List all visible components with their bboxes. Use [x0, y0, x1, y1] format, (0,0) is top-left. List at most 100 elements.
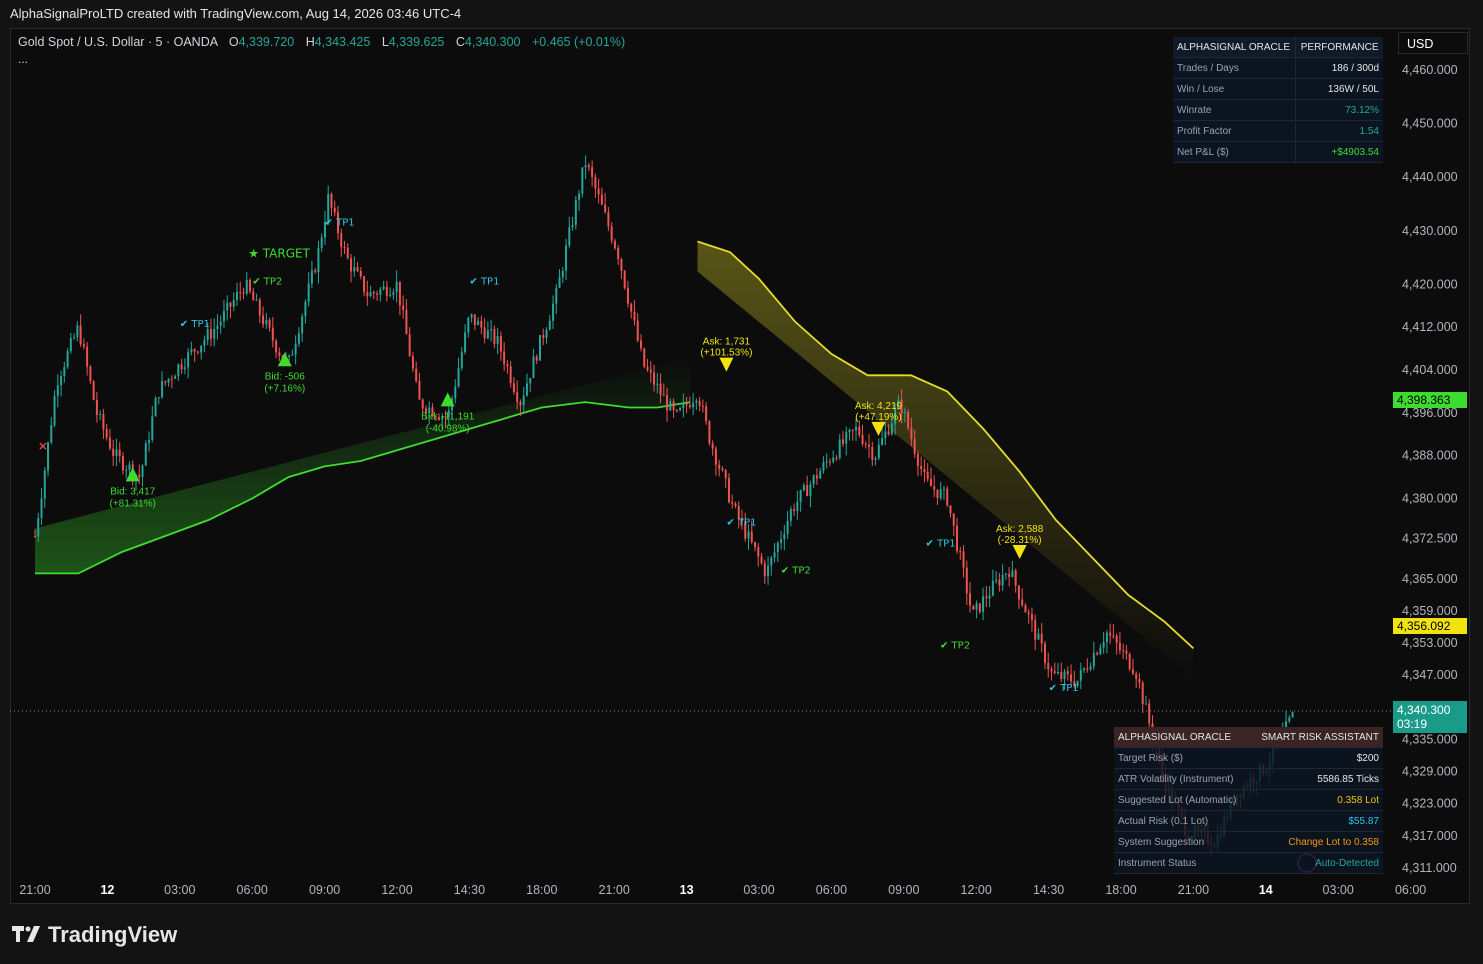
currency-selector[interactable]: USD [1398, 32, 1468, 54]
candle-body [1122, 650, 1125, 652]
candle-body [871, 446, 874, 460]
buy-label: Bid: -11,191 [421, 411, 475, 422]
candle-body [1050, 669, 1053, 672]
candle-body [1099, 647, 1102, 655]
candle-body [721, 468, 724, 470]
candle-body [558, 277, 561, 288]
candle-body [151, 416, 154, 440]
candle-body [317, 248, 320, 273]
risk-key: Instrument Status [1114, 852, 1249, 874]
candle-body [278, 352, 281, 356]
candle-body [193, 349, 196, 352]
symbol-title[interactable]: Gold Spot / U.S. Dollar · 5 · OANDA [18, 35, 217, 49]
candle-body [952, 513, 955, 526]
candle-body [421, 399, 424, 409]
target-label: ★ TARGET [248, 247, 310, 261]
candle-body [610, 226, 613, 241]
candle-body [262, 315, 265, 325]
candle-body [1109, 632, 1112, 636]
candle-body [1092, 653, 1095, 667]
candle-body [483, 327, 486, 339]
candle-body [688, 405, 691, 408]
risk-key: Suggested Lot (Automatic) [1114, 789, 1249, 811]
candle-body [350, 258, 353, 272]
candle-body [845, 432, 848, 444]
candle-body [1148, 703, 1151, 724]
candle-body [535, 356, 538, 361]
candle-body [607, 212, 610, 227]
candle-body [363, 276, 366, 293]
candle-body [121, 455, 124, 471]
candle-body [672, 401, 675, 411]
candle-body [812, 475, 815, 485]
candle-body [467, 317, 470, 333]
candle-body [639, 340, 642, 349]
candle-body [565, 245, 568, 271]
perf-value: 136W / 50L [1295, 78, 1383, 100]
candle-body [649, 369, 652, 373]
risk-assistant-table: ALPHASIGNAL ORACLE SMART RISK ASSISTANT … [1114, 727, 1383, 874]
y-tick-label: 4,372.500 [1402, 532, 1458, 546]
candle-body [1008, 573, 1011, 577]
candle-body [969, 593, 972, 606]
candle-body [490, 329, 493, 331]
bar-countdown: 03:19 [1397, 717, 1428, 732]
candle-body [1053, 671, 1056, 674]
candle-body [506, 364, 509, 367]
candle-body [40, 498, 43, 518]
candle-body [789, 509, 792, 521]
candle-body [767, 565, 770, 577]
candle-body [620, 259, 623, 271]
more-indicators-button[interactable]: ... [18, 52, 28, 66]
candle-body [548, 320, 551, 331]
candle-body [855, 426, 858, 431]
candle-body [200, 345, 203, 353]
candle-body [255, 299, 258, 301]
candle-body [581, 167, 584, 194]
candle-body [1043, 643, 1046, 664]
perf-value: 73.12% [1295, 99, 1383, 121]
candle-body [1118, 643, 1121, 651]
candle-body [265, 319, 268, 325]
candle-body [86, 346, 89, 367]
sell-label: Ask: 2,588 [996, 524, 1044, 535]
candle-body [1021, 599, 1024, 606]
x-tick-label: 14:30 [454, 883, 485, 897]
candle-body [727, 478, 730, 503]
candle-body [1040, 633, 1043, 644]
candle-body [239, 292, 242, 294]
candle-body [340, 233, 343, 248]
candle-body [1083, 668, 1086, 670]
risk-head-left: ALPHASIGNAL ORACLE [1114, 727, 1249, 748]
risk-key: System Suggestion [1114, 831, 1249, 853]
candle-body [209, 329, 212, 339]
x-tick-label: 14 [1259, 883, 1273, 897]
candle-body [949, 505, 952, 514]
ohlc-legend: Gold Spot / U.S. Dollar · 5 · OANDA O4,3… [18, 35, 625, 49]
candle-body [806, 485, 809, 497]
candle-body [763, 563, 766, 577]
buy-pct: (+81.31%) [110, 498, 156, 509]
candle-body [304, 301, 307, 317]
candle-body [496, 336, 499, 344]
candle-body [499, 336, 502, 352]
candle-body [1066, 671, 1069, 675]
candle-body [623, 270, 626, 288]
candle-body [356, 267, 359, 272]
candle-body [877, 444, 880, 459]
candle-body [1079, 669, 1082, 681]
candle-body [656, 383, 659, 385]
risk-key: Actual Risk (0.1 Lot) [1114, 810, 1249, 832]
candle-body [366, 292, 369, 297]
candle-body [118, 449, 121, 456]
candle-body [714, 448, 717, 465]
candle-body [115, 449, 118, 456]
candle-body [578, 193, 581, 200]
candle-body [653, 372, 656, 385]
candle-body [389, 294, 392, 297]
candle-body [1128, 653, 1131, 670]
candle-body [333, 207, 336, 213]
candle-body [972, 605, 975, 610]
candle-body [486, 330, 489, 339]
y-tick-label: 4,347.000 [1402, 668, 1458, 682]
